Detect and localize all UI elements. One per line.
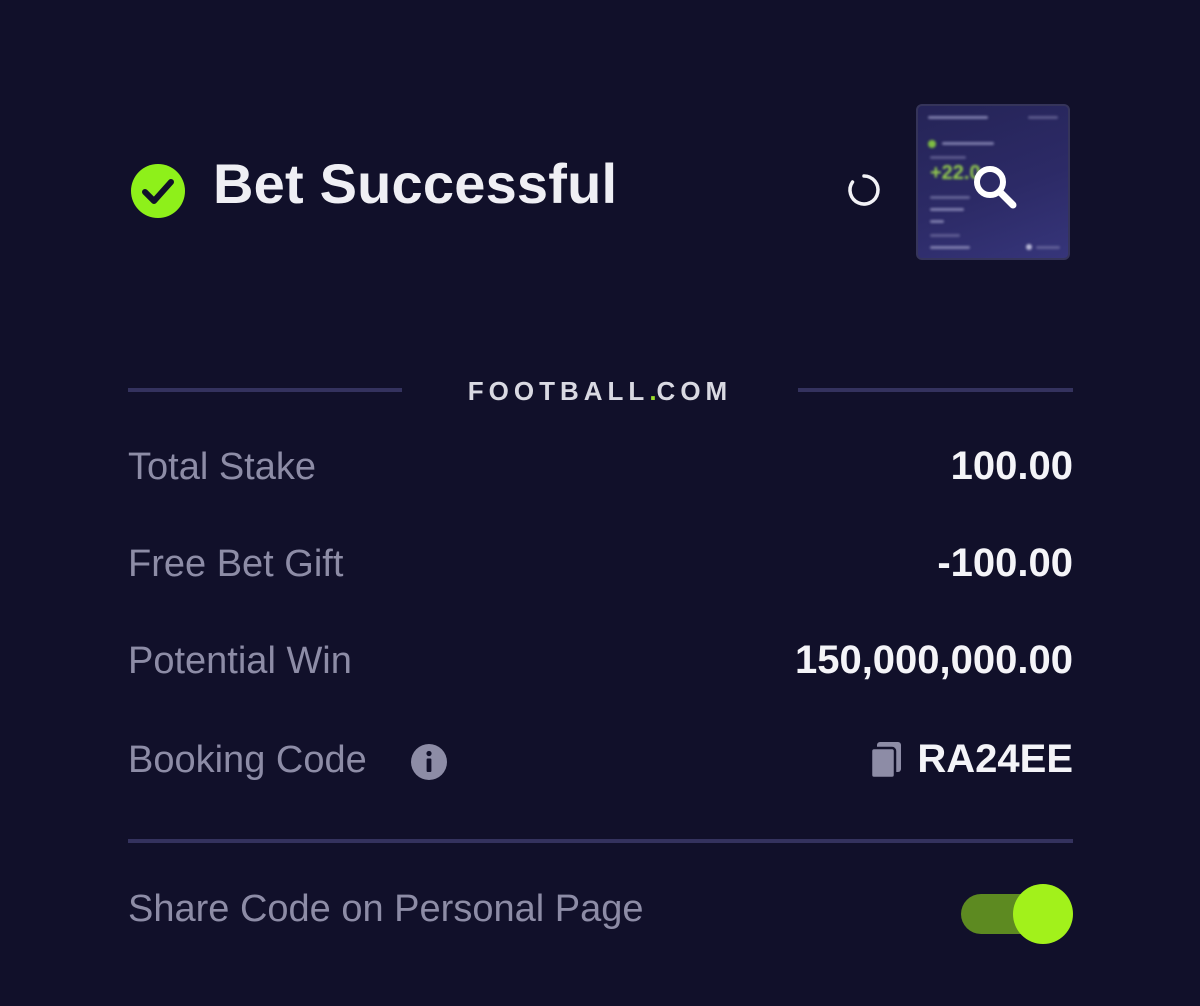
section-divider	[128, 839, 1073, 843]
share-code-row: Share Code on Personal Page	[128, 872, 1073, 956]
potential-win-row: Potential Win 150,000,000.00	[128, 632, 1073, 692]
info-icon[interactable]	[410, 743, 448, 781]
bet-header: Bet Successful +22.0	[128, 104, 1073, 264]
booking-code-value[interactable]: RA24EE	[917, 737, 1073, 782]
bet-receipt-panel: Bet Successful +22.0 FOOTBALL.COM Total …	[128, 0, 1073, 1006]
share-code-label: Share Code on Personal Page	[128, 888, 644, 930]
potential-win-label: Potential Win	[128, 640, 352, 682]
booking-code-row: Booking Code RA24EE	[128, 731, 1073, 791]
check-circle-icon	[131, 164, 185, 218]
brand-divider: FOOTBALL.COM	[128, 370, 1073, 410]
free-bet-gift-row: Free Bet Gift -100.00	[128, 535, 1073, 595]
free-bet-gift-value: -100.00	[937, 541, 1073, 585]
toggle-knob	[1013, 884, 1073, 944]
free-bet-gift-label: Free Bet Gift	[128, 543, 344, 585]
receipt-thumbnail[interactable]: +22.0	[916, 104, 1070, 260]
potential-win-value: 150,000,000.00	[794, 638, 1073, 682]
brand-logo: FOOTBALL.COM	[402, 376, 798, 407]
total-stake-value: 100.00	[950, 444, 1073, 488]
share-code-toggle[interactable]	[961, 884, 1073, 944]
booking-code-label: Booking Code	[128, 739, 367, 781]
brand-name-part2: COM	[656, 376, 733, 406]
loading-spinner-icon	[848, 174, 880, 206]
total-stake-label: Total Stake	[128, 446, 316, 488]
total-stake-row: Total Stake 100.00	[128, 438, 1073, 498]
page-title: Bet Successful	[213, 152, 618, 215]
search-icon[interactable]	[970, 162, 1020, 212]
copy-icon[interactable]	[868, 741, 904, 781]
brand-name-part1: FOOTBALL	[467, 376, 650, 406]
brand-dot: .	[649, 376, 657, 406]
divider-left	[128, 388, 402, 392]
divider-right	[798, 388, 1073, 392]
